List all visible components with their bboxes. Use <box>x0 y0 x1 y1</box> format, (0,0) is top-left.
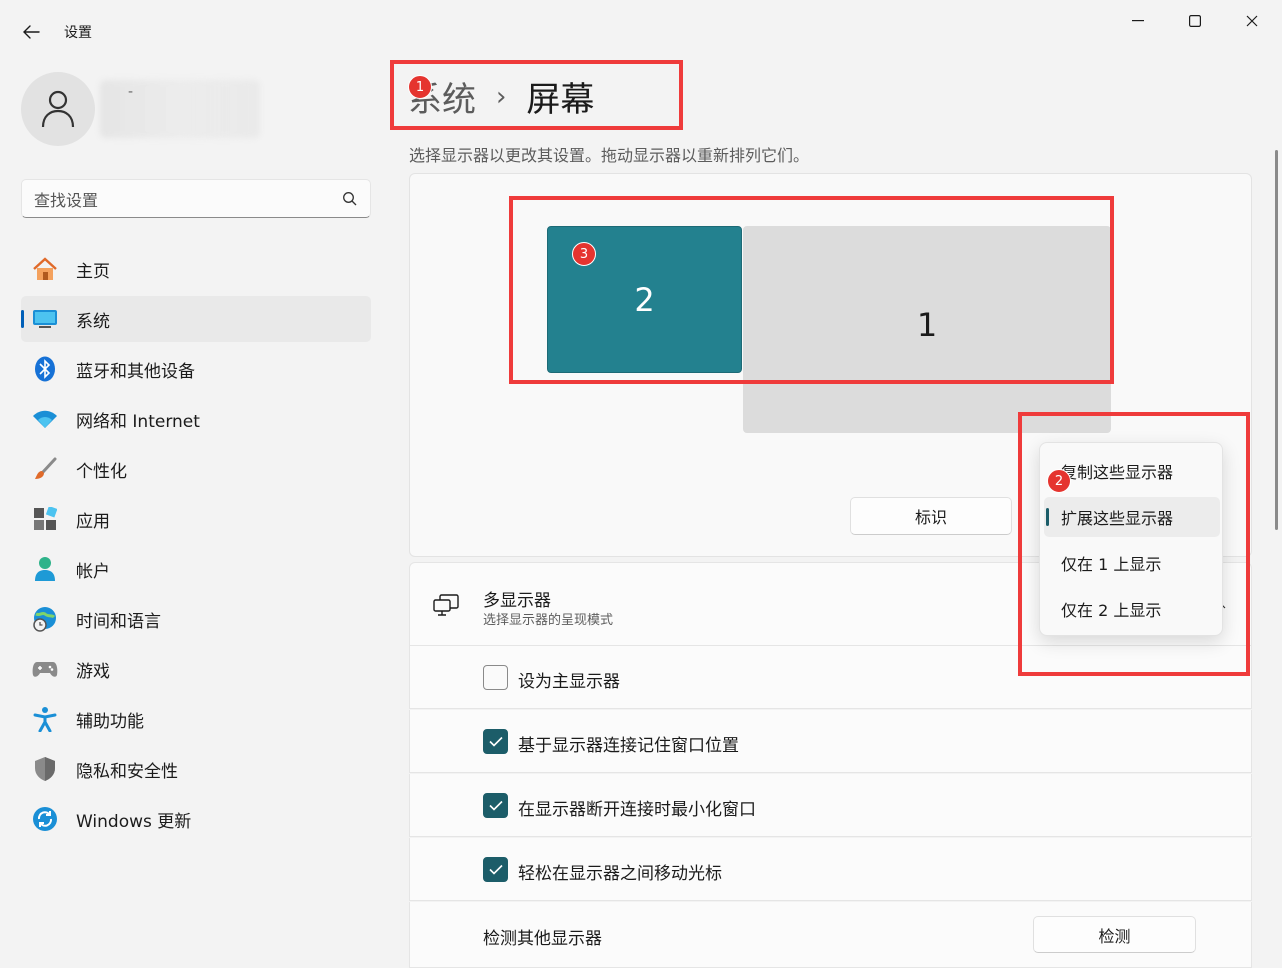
maximize-icon <box>1189 15 1201 27</box>
app-title: 设置 <box>64 25 92 41</box>
multi-display-title: 多显示器 <box>483 591 551 611</box>
annotation-box-2 <box>1018 412 1250 676</box>
check-icon <box>488 736 503 747</box>
remember-windows-label: 基于显示器连接记住窗口位置 <box>518 736 739 756</box>
bluetooth-icon <box>32 356 58 382</box>
sidebar-item-privacy[interactable]: 隐私和安全性 <box>21 746 371 792</box>
sidebar-item-accounts[interactable]: 帐户 <box>21 546 371 592</box>
sidebar-item-system[interactable]: 系统 <box>21 296 371 342</box>
annotation-badge-2: 2 <box>1047 469 1071 493</box>
move-cursor-checkbox[interactable] <box>483 857 508 882</box>
search-input[interactable]: 查找设置 <box>21 179 371 218</box>
sidebar-item-time-language[interactable]: 时间和语言 <box>21 596 371 642</box>
sidebar-nav: 主页 系统 蓝牙和其他设备 网络和 Internet 个性化 应用 帐户 时间和… <box>21 246 371 846</box>
maximize-button[interactable] <box>1172 8 1218 34</box>
sidebar-item-gaming[interactable]: 游戏 <box>21 646 371 692</box>
minimize-icon <box>1132 20 1144 22</box>
wifi-icon <box>32 406 58 432</box>
multi-display-icon <box>433 594 459 616</box>
remember-windows-checkbox[interactable] <box>483 729 508 754</box>
brush-icon <box>32 456 58 482</box>
sidebar-item-home[interactable]: 主页 <box>21 246 371 292</box>
main-display-checkbox[interactable] <box>483 665 508 690</box>
user-icon <box>41 90 75 128</box>
annotation-badge-1: 1 <box>408 75 432 99</box>
sidebar-item-bluetooth[interactable]: 蓝牙和其他设备 <box>21 346 371 392</box>
sidebar-item-accessibility[interactable]: 辅助功能 <box>21 696 371 742</box>
avatar[interactable] <box>21 72 95 146</box>
move-cursor-label: 轻松在显示器之间移动光标 <box>518 864 722 884</box>
scrollbar[interactable] <box>1275 150 1278 530</box>
profile-name-blurred <box>100 80 260 138</box>
back-arrow-icon <box>23 25 40 39</box>
home-icon <box>32 256 58 282</box>
system-icon <box>32 306 58 332</box>
shield-icon <box>32 756 58 782</box>
annotation-box-3 <box>509 196 1114 384</box>
annotation-box-1 <box>390 60 683 130</box>
gamepad-icon <box>32 656 58 682</box>
main-display-label: 设为主显示器 <box>518 672 620 692</box>
page-subtitle: 选择显示器以更改其设置。拖动显示器以重新排列它们。 <box>409 146 810 165</box>
profile-name: - <box>128 84 134 100</box>
sidebar-item-windows-update[interactable]: Windows 更新 <box>21 796 371 842</box>
detect-label: 检测其他显示器 <box>483 929 602 949</box>
minimize-windows-label: 在显示器断开连接时最小化窗口 <box>518 800 756 820</box>
sidebar-item-apps[interactable]: 应用 <box>21 496 371 542</box>
detect-button[interactable]: 检测 <box>1033 916 1196 953</box>
check-icon <box>488 864 503 875</box>
close-icon <box>1246 15 1258 27</box>
annotation-badge-3: 3 <box>572 242 596 266</box>
globe-clock-icon <box>32 606 58 632</box>
search-placeholder: 查找设置 <box>34 190 99 210</box>
sidebar-item-network[interactable]: 网络和 Internet <box>21 396 371 442</box>
account-icon <box>32 556 58 582</box>
identify-button[interactable]: 标识 <box>850 497 1012 535</box>
check-icon <box>488 800 503 811</box>
update-icon <box>32 806 58 832</box>
minimize-windows-checkbox[interactable] <box>483 793 508 818</box>
back-button[interactable] <box>14 18 48 46</box>
close-button[interactable] <box>1229 8 1275 34</box>
multi-display-description: 选择显示器的呈现模式 <box>483 613 614 628</box>
accessibility-icon <box>32 706 58 732</box>
search-icon <box>343 191 357 205</box>
apps-icon <box>32 506 58 532</box>
sidebar-item-personalization[interactable]: 个性化 <box>21 446 371 492</box>
minimize-button[interactable] <box>1115 8 1161 34</box>
